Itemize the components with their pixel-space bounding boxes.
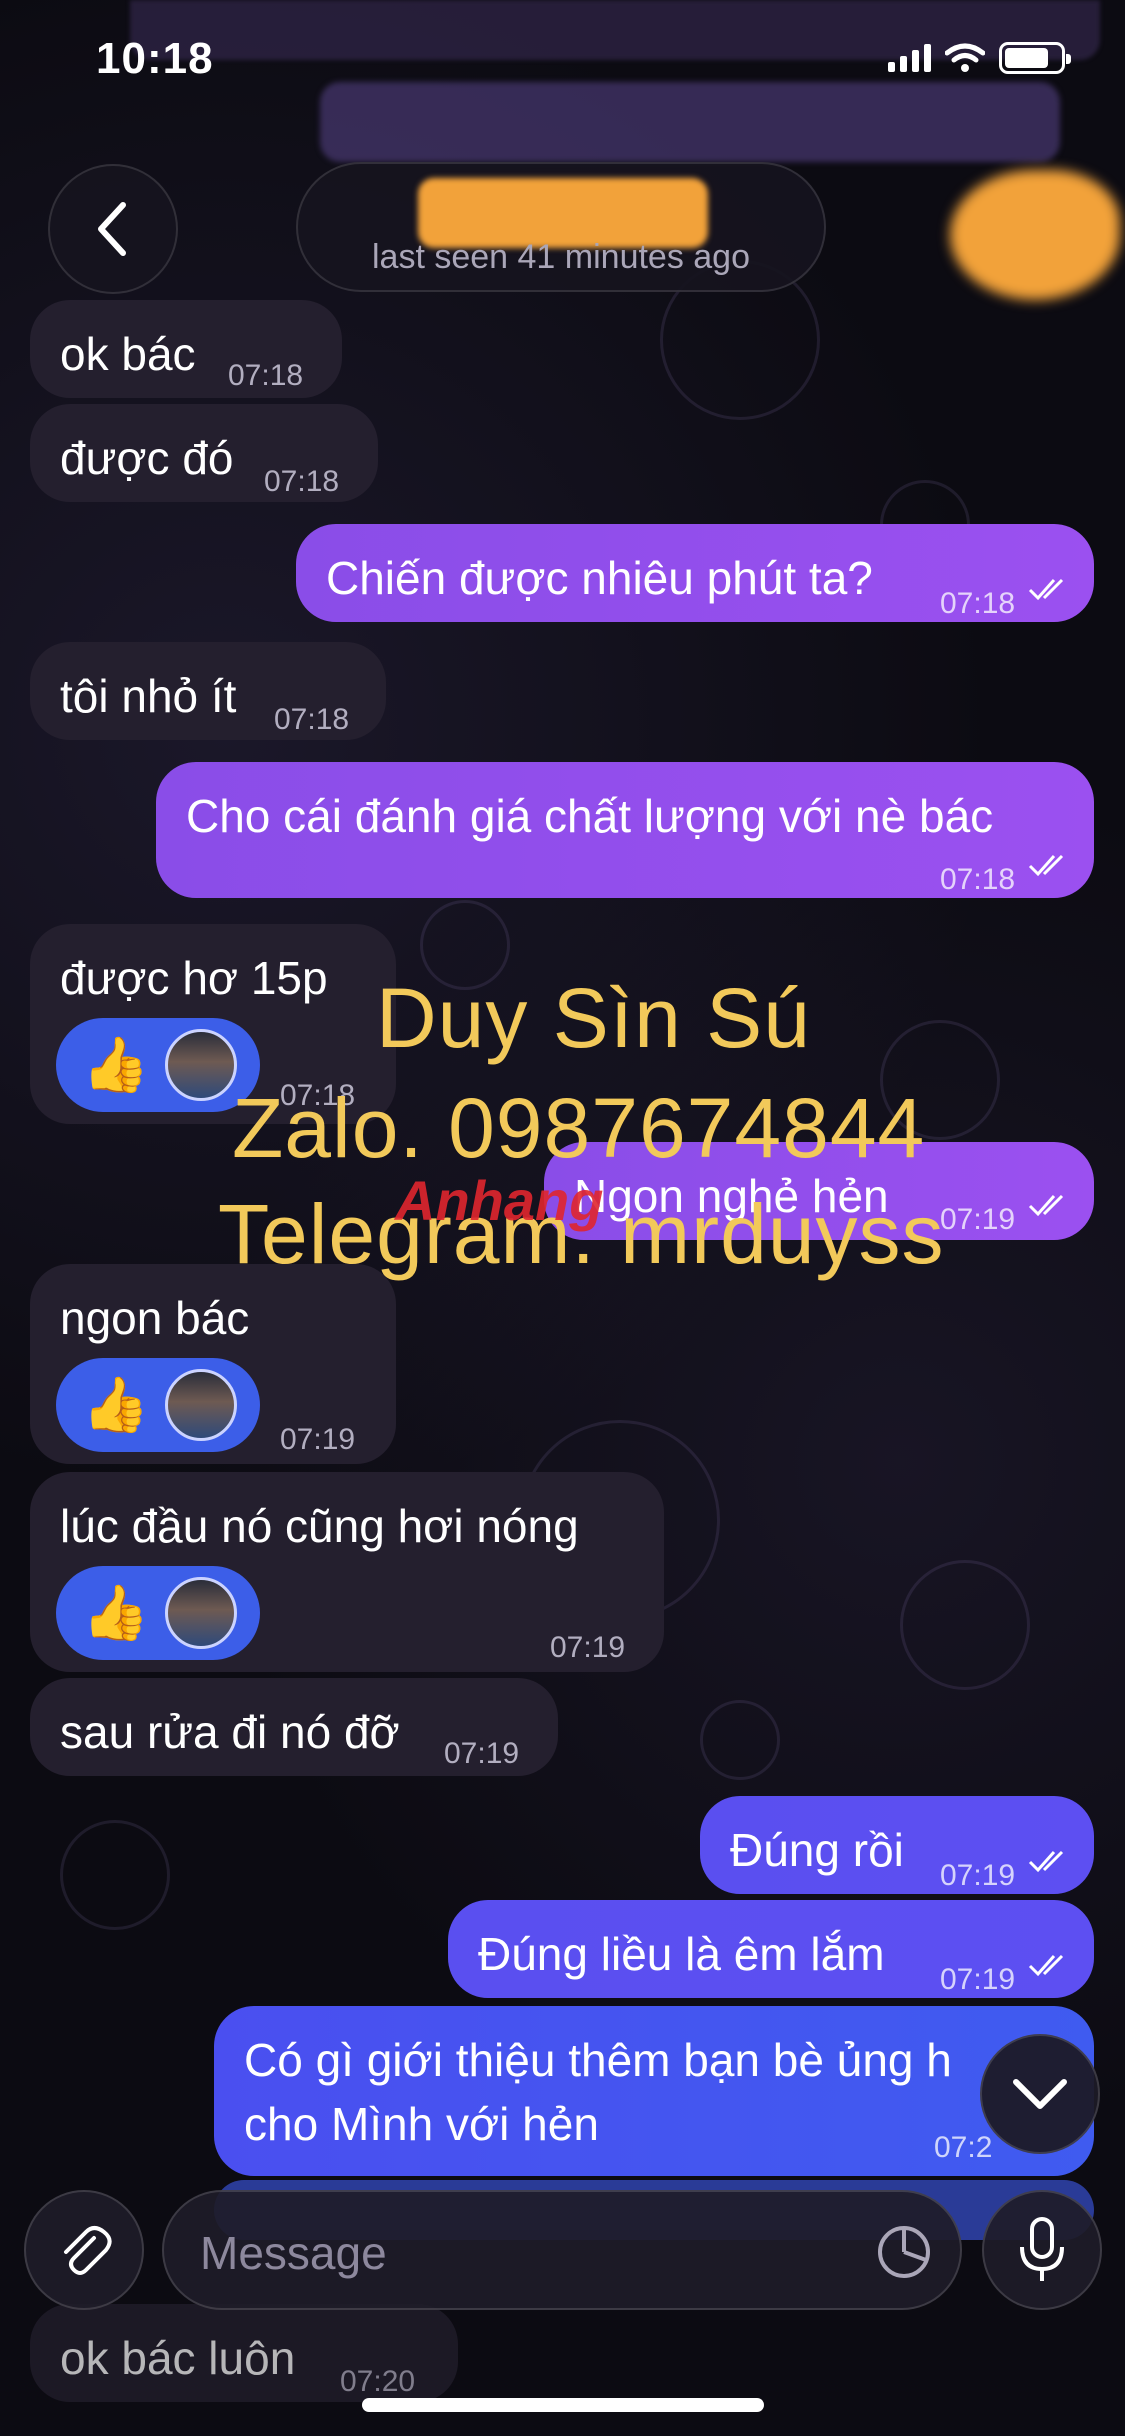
read-checkmarks-icon [1028,578,1064,601]
message-outgoing[interactable]: Cho cái đánh giá chất lượng với nè bác 0… [156,762,1094,898]
message-time: 07:19 [940,1859,1016,1892]
message-outgoing[interactable]: Chiến được nhiêu phút ta? 07:18 [296,524,1094,622]
contact-avatar-redacted[interactable] [950,170,1120,300]
message-text: Cho cái đánh giá chất lượng với nè bác [186,790,994,842]
message-time: 07:19 [940,1203,1016,1236]
watermark-logo: Anhang [395,1169,604,1232]
reactor-avatar [165,1369,238,1441]
read-checkmarks-icon [1028,854,1064,877]
watermark-line2: Zalo. 0987674844 [232,1081,926,1175]
message-text: lúc đầu nó cũng hơi nóng [60,1500,579,1552]
message-time: 07:19 [940,1963,1016,1996]
message-incoming[interactable]: tôi nhỏ ít 07:18 [30,642,386,740]
message-time: 07:18 [274,703,350,736]
read-checkmarks-icon [1028,1954,1064,1977]
message-incoming[interactable]: ngon bác 👍 07:19 [30,1264,396,1464]
message-time: 07:19 [550,1631,626,1664]
message-input[interactable]: Message [162,2190,962,2310]
message-text: ngon bác [60,1292,250,1344]
scroll-down-button[interactable] [980,2034,1100,2154]
message-placeholder: Message [200,2227,387,2279]
home-indicator[interactable] [362,2398,764,2412]
microphone-icon [1020,2217,1064,2281]
message-text: Chiến được nhiêu phút ta? [326,552,873,604]
battery-icon [999,42,1071,74]
message-time: 07:18 [264,465,340,498]
wallpaper-doodle [900,1560,1030,1690]
message-time: 07:19 [280,1423,356,1456]
sticker-icon[interactable] [874,2222,934,2282]
status-time: 10:18 [96,34,214,83]
message-text: ok bác [60,328,196,380]
read-checkmarks-icon [1028,1194,1064,1217]
wifi-icon [945,43,985,72]
message-outgoing[interactable]: Đúng rồi 07:19 [700,1796,1094,1894]
message-outgoing[interactable]: Đúng liều là êm lắm 07:19 [448,1900,1094,1998]
reactor-avatar [165,1029,238,1101]
thumbs-up-icon: 👍 [82,1583,150,1643]
wallpaper-doodle [700,1700,780,1780]
message-text: Đúng liều là êm lắm [478,1928,885,1980]
chevron-left-icon [98,202,126,256]
thumbs-up-icon: 👍 [82,1035,150,1095]
paperclip-icon [64,2226,112,2275]
message-text: ok bác luôn [60,2332,296,2384]
message-text: Có gì giới thiệu thêm bạn bè ủng h [244,2034,952,2086]
message-incoming[interactable]: lúc đầu nó cũng hơi nóng 👍 07:19 [30,1472,664,1672]
status-icons [888,42,1071,74]
message-incoming[interactable]: sau rửa đi nó đỡ 07:19 [30,1678,558,1776]
message-incoming[interactable]: ok bác 07:18 [30,300,342,398]
message-outgoing[interactable]: Có gì giới thiệu thêm bạn bè ủng h cho M… [214,2006,1094,2176]
message-incoming[interactable]: ok bác luôn 07:20 [30,2304,458,2402]
message-time: 07:19 [444,1737,520,1770]
watermark-line1: Duy Sìn Sú [376,971,811,1065]
message-time: 07:18 [940,587,1016,620]
cellular-signal-icon [888,44,931,72]
last-seen-status: last seen 41 minutes ago [371,238,751,276]
reaction-thumbs-up[interactable]: 👍 [56,1566,260,1660]
reactor-avatar [165,1577,238,1649]
message-text: được đó [60,432,234,484]
chevron-down-icon [1013,2079,1067,2109]
message-incoming[interactable]: được đó 07:18 [30,404,378,502]
thumbs-up-icon: 👍 [82,1375,150,1435]
chat-title[interactable]: last seen 41 minutes ago [296,162,826,292]
message-text: sau rửa đi nó đỡ [60,1706,400,1758]
reaction-thumbs-up[interactable]: 👍 [56,1018,260,1112]
message-time: 07:2 [934,2131,993,2164]
message-time: 07:18 [940,863,1016,896]
message-time: 07:18 [228,359,304,392]
wallpaper-doodle [60,1820,170,1930]
message-text: Đúng rồi [730,1824,904,1876]
microphone-button[interactable] [982,2190,1102,2310]
reaction-thumbs-up[interactable]: 👍 [56,1358,260,1452]
pinned-message-blurred [320,82,1060,162]
back-button[interactable] [48,164,178,294]
read-checkmarks-icon [1028,1850,1064,1873]
attach-button[interactable] [24,2190,144,2310]
message-text: được hơ 15p [60,952,328,1004]
message-text: tôi nhỏ ít [60,670,237,722]
